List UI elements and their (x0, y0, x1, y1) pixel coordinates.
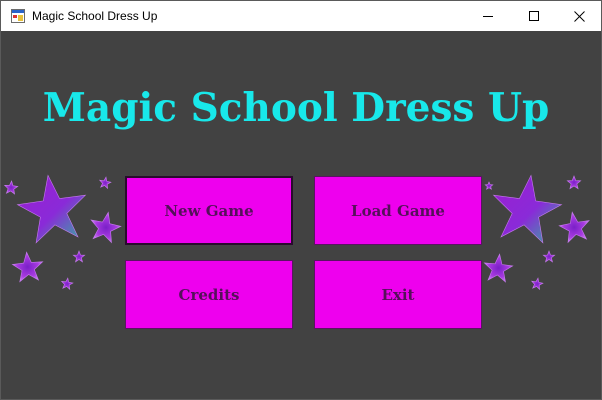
app-window: Magic School Dress Up Magic School Dress… (0, 0, 602, 400)
credits-button[interactable]: Credits (125, 260, 293, 329)
load-game-button[interactable]: Load Game (314, 176, 482, 245)
window-title: Magic School Dress Up (32, 9, 158, 23)
maximize-icon (529, 11, 539, 21)
star-icon (60, 277, 74, 291)
exit-button[interactable]: Exit (314, 260, 482, 329)
close-button[interactable] (556, 1, 601, 31)
game-title: Magic School Dress Up (42, 85, 550, 131)
star-icon (3, 180, 19, 195)
star-icon (483, 253, 514, 283)
maximize-button[interactable] (511, 1, 557, 31)
star-icon (492, 174, 563, 244)
main-menu-panel: Magic School Dress Up New Game Load Game… (1, 31, 601, 399)
app-icon (11, 9, 25, 23)
minimize-button[interactable] (465, 1, 511, 31)
minimize-icon (483, 16, 493, 17)
star-icon (11, 251, 44, 283)
star-icon (566, 175, 582, 190)
title-bar[interactable]: Magic School Dress Up (1, 1, 601, 31)
close-icon (573, 10, 585, 22)
star-icon (530, 277, 544, 291)
star-icon (484, 181, 494, 190)
star-icon (16, 174, 87, 244)
star-icon (98, 176, 112, 190)
star-icon (90, 211, 122, 244)
star-icon (72, 250, 86, 263)
star-icon (558, 211, 590, 244)
new-game-button[interactable]: New Game (125, 176, 293, 245)
star-icon (542, 250, 556, 263)
